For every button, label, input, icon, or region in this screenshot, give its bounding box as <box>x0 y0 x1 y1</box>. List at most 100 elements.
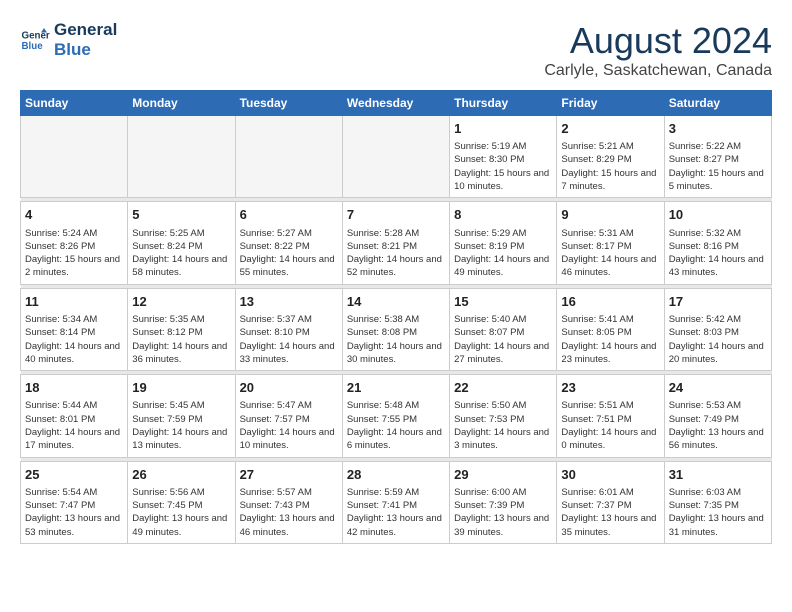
day-number: 15 <box>454 293 552 311</box>
day-info: Sunrise: 5:56 AM Sunset: 7:45 PM Dayligh… <box>132 486 230 539</box>
calendar-cell: 9 Sunrise: 5:31 AM Sunset: 8:17 PM Daylig… <box>557 202 664 284</box>
day-info: Sunrise: 5:42 AM Sunset: 8:03 PM Dayligh… <box>669 313 767 366</box>
calendar-cell <box>21 116 128 198</box>
calendar-week-row: 25Sunrise: 5:54 AM Sunset: 7:47 PM Dayli… <box>21 461 772 543</box>
calendar-cell: 7Sunrise: 5:28 AM Sunset: 8:21 PM Daylig… <box>342 202 449 284</box>
day-info: Sunrise: 5:40 AM Sunset: 8:07 PM Dayligh… <box>454 313 552 366</box>
calendar-cell: 16 Sunrise: 5:41 AM Sunset: 8:05 PM Dayli… <box>557 288 664 370</box>
day-info: Sunrise: 5:57 AM Sunset: 7:43 PM Dayligh… <box>240 486 338 539</box>
calendar-cell: 27 Sunrise: 5:57 AM Sunset: 7:43 PM Dayli… <box>235 461 342 543</box>
calendar-cell: 5 Sunrise: 5:25 AM Sunset: 8:24 PM Daylig… <box>128 202 235 284</box>
day-info: Sunrise: 5:29 AM Sunset: 8:19 PM Dayligh… <box>454 227 552 280</box>
calendar-cell: 4 Sunrise: 5:24 AM Sunset: 8:26 PM Daylig… <box>21 202 128 284</box>
calendar-cell <box>342 116 449 198</box>
calendar-cell: 13 Sunrise: 5:37 AM Sunset: 8:10 PM Dayli… <box>235 288 342 370</box>
day-info: Sunrise: 6:00 AM Sunset: 7:39 PM Dayligh… <box>454 486 552 539</box>
day-number: 28 <box>347 466 445 484</box>
calendar-cell: 11Sunrise: 5:34 AM Sunset: 8:14 PM Dayli… <box>21 288 128 370</box>
day-number: 19 <box>132 379 230 397</box>
day-number: 5 <box>132 206 230 224</box>
day-info: Sunrise: 5:38 AM Sunset: 8:08 PM Dayligh… <box>347 313 445 366</box>
calendar-cell: 17 Sunrise: 5:42 AM Sunset: 8:03 PM Dayli… <box>664 288 771 370</box>
day-number: 8 <box>454 206 552 224</box>
day-info: Sunrise: 5:45 AM Sunset: 7:59 PM Dayligh… <box>132 399 230 452</box>
day-number: 16 <box>561 293 659 311</box>
day-info: Sunrise: 5:24 AM Sunset: 8:26 PM Dayligh… <box>25 227 123 280</box>
day-number: 21 <box>347 379 445 397</box>
day-number: 3 <box>669 120 767 138</box>
calendar-cell: 15 Sunrise: 5:40 AM Sunset: 8:07 PM Dayli… <box>450 288 557 370</box>
calendar-cell: 25Sunrise: 5:54 AM Sunset: 7:47 PM Dayli… <box>21 461 128 543</box>
logo-general: General <box>54 20 117 40</box>
day-info: Sunrise: 5:59 AM Sunset: 7:41 PM Dayligh… <box>347 486 445 539</box>
day-number: 2 <box>561 120 659 138</box>
day-info: Sunrise: 5:34 AM Sunset: 8:14 PM Dayligh… <box>25 313 123 366</box>
calendar-cell: 22 Sunrise: 5:50 AM Sunset: 7:53 PM Dayli… <box>450 375 557 457</box>
location-title: Carlyle, Saskatchewan, Canada <box>544 62 772 80</box>
day-number: 12 <box>132 293 230 311</box>
month-title: August 2024 <box>544 20 772 62</box>
day-number: 25 <box>25 466 123 484</box>
day-number: 31 <box>669 466 767 484</box>
day-number: 26 <box>132 466 230 484</box>
svg-text:Blue: Blue <box>22 41 44 52</box>
day-info: Sunrise: 5:22 AM Sunset: 8:27 PM Dayligh… <box>669 140 767 193</box>
day-info: Sunrise: 5:32 AM Sunset: 8:16 PM Dayligh… <box>669 227 767 280</box>
calendar-cell: 29 Sunrise: 6:00 AM Sunset: 7:39 PM Dayli… <box>450 461 557 543</box>
calendar-cell: 3 Sunrise: 5:22 AM Sunset: 8:27 PM Daylig… <box>664 116 771 198</box>
day-number: 4 <box>25 206 123 224</box>
day-info: Sunrise: 5:25 AM Sunset: 8:24 PM Dayligh… <box>132 227 230 280</box>
weekday-header: Wednesday <box>342 91 449 116</box>
calendar-cell: 12 Sunrise: 5:35 AM Sunset: 8:12 PM Dayli… <box>128 288 235 370</box>
weekday-header: Tuesday <box>235 91 342 116</box>
weekday-header: Sunday <box>21 91 128 116</box>
calendar-cell: 26 Sunrise: 5:56 AM Sunset: 7:45 PM Dayli… <box>128 461 235 543</box>
logo-icon: General Blue <box>20 25 50 55</box>
calendar-cell: 19 Sunrise: 5:45 AM Sunset: 7:59 PM Dayli… <box>128 375 235 457</box>
day-number: 10 <box>669 206 767 224</box>
title-block: August 2024 Carlyle, Saskatchewan, Canad… <box>544 20 772 80</box>
calendar-week-row: 11Sunrise: 5:34 AM Sunset: 8:14 PM Dayli… <box>21 288 772 370</box>
calendar-cell: 6Sunrise: 5:27 AM Sunset: 8:22 PM Daylig… <box>235 202 342 284</box>
day-number: 27 <box>240 466 338 484</box>
calendar-cell: 1 Sunrise: 5:19 AM Sunset: 8:30 PM Daylig… <box>450 116 557 198</box>
day-number: 9 <box>561 206 659 224</box>
day-number: 22 <box>454 379 552 397</box>
calendar-cell: 23Sunrise: 5:51 AM Sunset: 7:51 PM Dayli… <box>557 375 664 457</box>
weekday-header: Friday <box>557 91 664 116</box>
page-header: General Blue General Blue August 2024 Ca… <box>20 20 772 80</box>
calendar-cell: 14Sunrise: 5:38 AM Sunset: 8:08 PM Dayli… <box>342 288 449 370</box>
calendar-cell: 10 Sunrise: 5:32 AM Sunset: 8:16 PM Dayli… <box>664 202 771 284</box>
day-info: Sunrise: 5:31 AM Sunset: 8:17 PM Dayligh… <box>561 227 659 280</box>
calendar-cell: 24Sunrise: 5:53 AM Sunset: 7:49 PM Dayli… <box>664 375 771 457</box>
day-number: 13 <box>240 293 338 311</box>
logo: General Blue General Blue <box>20 20 117 60</box>
weekday-header: Monday <box>128 91 235 116</box>
calendar-cell <box>128 116 235 198</box>
calendar-week-row: 18Sunrise: 5:44 AM Sunset: 8:01 PM Dayli… <box>21 375 772 457</box>
calendar-cell: 20 Sunrise: 5:47 AM Sunset: 7:57 PM Dayli… <box>235 375 342 457</box>
day-info: Sunrise: 6:03 AM Sunset: 7:35 PM Dayligh… <box>669 486 767 539</box>
day-info: Sunrise: 5:37 AM Sunset: 8:10 PM Dayligh… <box>240 313 338 366</box>
day-number: 29 <box>454 466 552 484</box>
day-number: 20 <box>240 379 338 397</box>
calendar-table: SundayMondayTuesdayWednesdayThursdayFrid… <box>20 90 772 544</box>
calendar-week-row: 1 Sunrise: 5:19 AM Sunset: 8:30 PM Daylig… <box>21 116 772 198</box>
day-number: 7 <box>347 206 445 224</box>
calendar-cell <box>235 116 342 198</box>
day-info: Sunrise: 5:50 AM Sunset: 7:53 PM Dayligh… <box>454 399 552 452</box>
calendar-cell: 31 Sunrise: 6:03 AM Sunset: 7:35 PM Dayli… <box>664 461 771 543</box>
day-info: Sunrise: 5:35 AM Sunset: 8:12 PM Dayligh… <box>132 313 230 366</box>
day-number: 6 <box>240 206 338 224</box>
day-number: 24 <box>669 379 767 397</box>
day-info: Sunrise: 5:41 AM Sunset: 8:05 PM Dayligh… <box>561 313 659 366</box>
day-number: 17 <box>669 293 767 311</box>
calendar-week-row: 4 Sunrise: 5:24 AM Sunset: 8:26 PM Daylig… <box>21 202 772 284</box>
calendar-cell: 18Sunrise: 5:44 AM Sunset: 8:01 PM Dayli… <box>21 375 128 457</box>
day-info: Sunrise: 5:19 AM Sunset: 8:30 PM Dayligh… <box>454 140 552 193</box>
day-number: 1 <box>454 120 552 138</box>
day-info: Sunrise: 5:44 AM Sunset: 8:01 PM Dayligh… <box>25 399 123 452</box>
calendar-cell: 30Sunrise: 6:01 AM Sunset: 7:37 PM Dayli… <box>557 461 664 543</box>
calendar-header-row: SundayMondayTuesdayWednesdayThursdayFrid… <box>21 91 772 116</box>
day-info: Sunrise: 5:47 AM Sunset: 7:57 PM Dayligh… <box>240 399 338 452</box>
